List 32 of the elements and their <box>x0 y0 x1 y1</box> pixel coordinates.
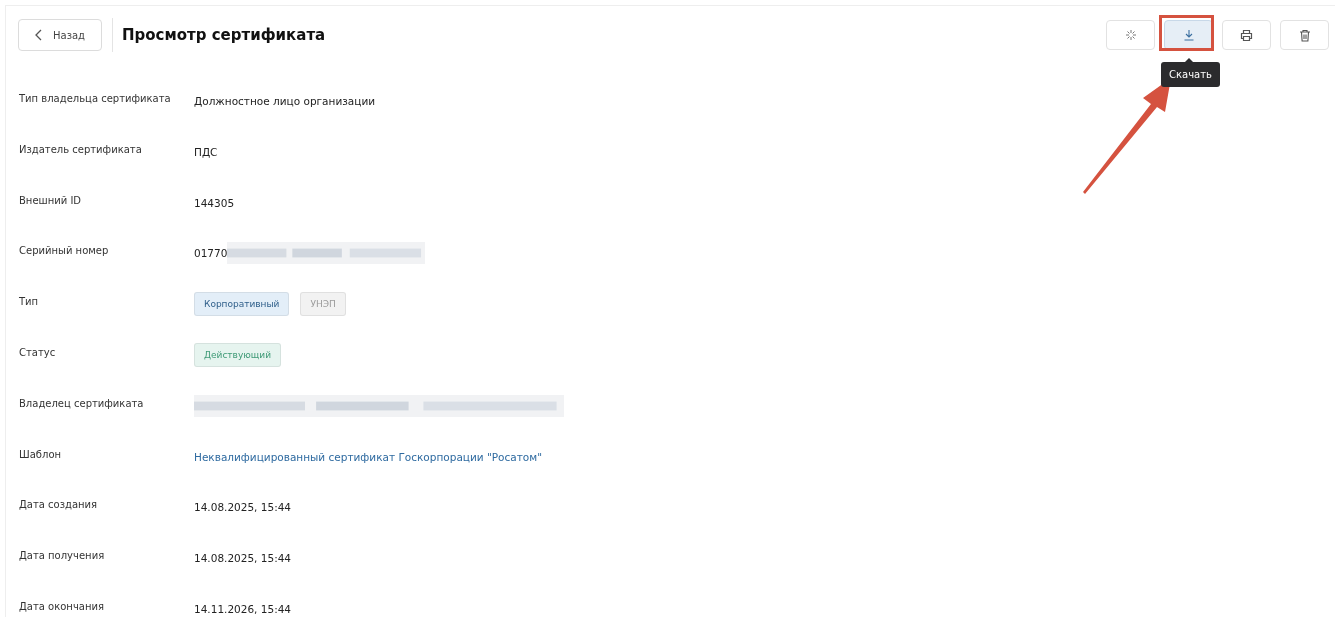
field-label: Дата получения <box>19 550 106 564</box>
delete-button[interactable] <box>1280 20 1329 50</box>
field-label: Владелец сертификата <box>19 397 145 411</box>
download-icon <box>1182 29 1195 41</box>
page-title: Просмотр сертификата <box>122 26 326 44</box>
field-value: 01770 <box>194 247 228 260</box>
field-label: Серийный номер <box>19 245 110 259</box>
template-link[interactable]: Неквалифицированный сертификат Госкорпорации "Росатом" <box>194 450 543 463</box>
field-label: Дата создания <box>19 499 99 513</box>
sparkle-icon <box>1124 29 1137 41</box>
field-value: ПДС <box>194 145 218 158</box>
back-button[interactable]: Назад <box>18 19 102 51</box>
field-value: 144305 <box>194 196 235 209</box>
field-label: Шаблон <box>19 448 63 462</box>
field-value: 14.08.2025, 15:44 <box>194 501 292 514</box>
field-value: Должностное лицо организации <box>194 95 376 107</box>
field-label: Издатель сертификата <box>19 143 143 157</box>
type-tag: Действующий <box>194 343 281 367</box>
magic-button[interactable] <box>1106 20 1155 50</box>
field-label: Статус <box>19 347 57 360</box>
field-value: 14.08.2025, 15:44 <box>194 552 292 565</box>
chevron-left-icon <box>35 29 43 41</box>
field-label: Тип <box>19 296 40 310</box>
trash-icon <box>1298 28 1311 42</box>
field-label: Внешний ID <box>19 194 83 208</box>
field-label: Тип владельца сертификата <box>19 93 172 106</box>
field-value: 14.11.2026, 15:44 <box>194 602 292 615</box>
type-tag: УНЭП <box>300 292 346 317</box>
type-tag: Корпоративный <box>194 292 290 317</box>
print-icon <box>1240 28 1253 42</box>
print-button[interactable] <box>1222 20 1271 50</box>
field-label: Дата окончания <box>19 600 105 614</box>
